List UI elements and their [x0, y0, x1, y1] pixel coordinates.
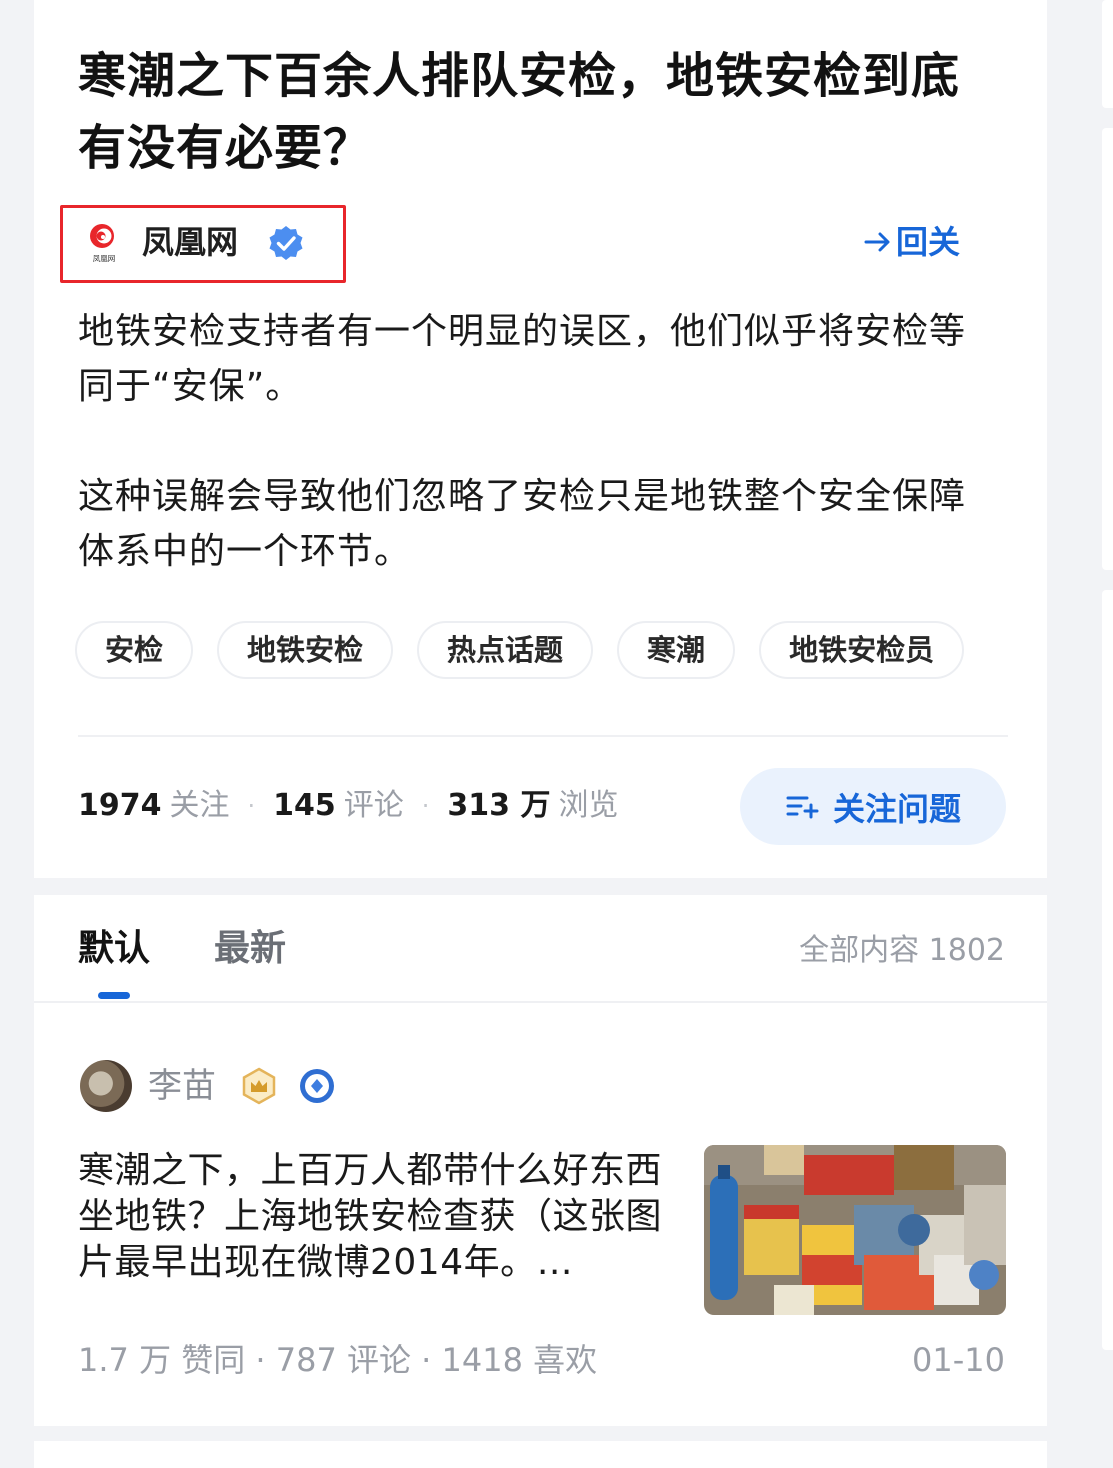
follow-question-label: 关注问题	[832, 789, 961, 828]
tab-latest[interactable]: 最新	[214, 925, 286, 973]
answer-card[interactable]: 李苗 寒潮之下，上百万人都带什么好东西坐地铁？上海地铁安检查获（这张图片最早出现…	[34, 1003, 1047, 1426]
sidebar-card-edge	[1102, 590, 1113, 1350]
followers-count: 1974	[78, 788, 162, 823]
avatar[interactable]	[80, 1060, 132, 1112]
description-paragraph: 这种误解会导致他们忽略了安检只是地铁整个安全保障体系中的一个环节。	[78, 476, 967, 572]
topic-tag[interactable]: 安检	[75, 621, 194, 679]
achievement-badge-icon[interactable]	[298, 1067, 336, 1105]
separator-dot: ·	[247, 792, 256, 820]
follow-back-link[interactable]: 回关	[862, 220, 960, 264]
answer-date: 01-10	[912, 1341, 1005, 1379]
topic-tag[interactable]: 地铁安检员	[759, 621, 965, 679]
answer-meta: 1.7 万 赞同 · 787 评论 · 1418 喜欢	[78, 1341, 598, 1379]
topic-tag[interactable]: 地铁安检	[217, 621, 394, 679]
crown-badge-icon[interactable]	[240, 1067, 278, 1105]
answer-tabs: 默认 最新 全部内容 1802	[34, 895, 1047, 1001]
follow-list-icon	[786, 796, 819, 818]
sidebar-card-edge	[1102, 128, 1113, 570]
views-label: 浏览	[558, 788, 619, 823]
views-count: 313 万	[447, 788, 551, 823]
answer-author-name[interactable]: 李苗	[148, 1063, 216, 1109]
question-description[interactable]: 地铁安检支持者有一个明显的误区，他们似乎将安检等同于“安保”。 这种误解会导致他…	[78, 304, 998, 634]
topic-tag[interactable]: 热点话题	[417, 621, 594, 679]
arrow-right-icon	[864, 232, 890, 252]
separator-dot: ·	[421, 792, 430, 820]
tab-default[interactable]: 默认	[78, 925, 150, 973]
verified-badge-icon	[269, 226, 303, 260]
comments-count[interactable]: 145	[273, 784, 336, 828]
author-name[interactable]: 凤凰网	[142, 220, 238, 264]
divider	[78, 735, 1008, 737]
follow-back-label: 回关	[896, 223, 961, 261]
total-content-count: 全部内容 1802	[799, 933, 1005, 968]
question-card: 寒潮之下百余人排队安检，地铁安检到底有没有必要？ 凤凰网 凤凰网 回关 地铁安检…	[34, 0, 1047, 878]
next-answer-card	[34, 1441, 1047, 1468]
active-tab-indicator	[98, 992, 130, 999]
topic-tag[interactable]: 寒潮	[617, 621, 736, 679]
answer-excerpt[interactable]: 寒潮之下，上百万人都带什么好东西坐地铁？上海地铁安检查获（这张图片最早出现在微博…	[78, 1148, 682, 1286]
main-column: 寒潮之下百余人排队安检，地铁安检到底有没有必要？ 凤凰网 凤凰网 回关 地铁安检…	[34, 0, 1047, 1468]
follow-question-button[interactable]: 关注问题	[740, 768, 1006, 845]
topic-tags: 安检 地铁安检 热点话题 寒潮 地铁安检员	[75, 621, 965, 679]
question-stats: 1974 关注 · 145 评论 · 313 万 浏览	[78, 784, 618, 828]
answer-thumbnail-image[interactable]	[704, 1145, 1006, 1315]
question-title: 寒潮之下百余人排队安检，地铁安检到底有没有必要？	[78, 48, 961, 176]
phoenix-logo-icon[interactable]: 凤凰网	[82, 220, 126, 264]
sidebar-card-edge	[1102, 0, 1113, 108]
logo-text: 凤凰网	[93, 254, 116, 263]
description-paragraph: 地铁安检支持者有一个明显的误区，他们似乎将安检等同于“安保”。	[78, 311, 967, 407]
comments-label[interactable]: 评论	[344, 784, 404, 828]
followers-label: 关注	[169, 788, 230, 823]
